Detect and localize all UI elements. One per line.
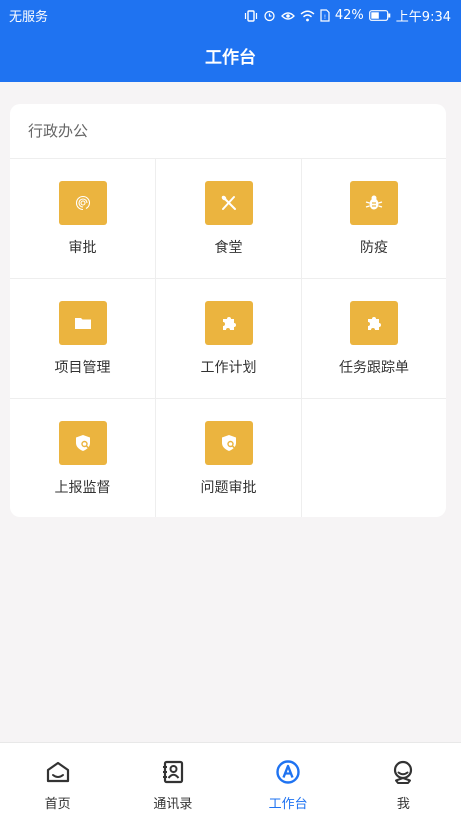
grid-item-task-tracking[interactable]: 任务跟踪单 [302, 279, 446, 399]
grid-item-approval[interactable]: 审批 [10, 159, 156, 279]
grid-item-label: 食堂 [214, 240, 243, 256]
tab-label: 通讯录 [153, 797, 193, 812]
page-title: 工作台 [205, 48, 256, 68]
grid-item-label: 工作计划 [200, 360, 257, 376]
shield-search-icon [204, 421, 253, 465]
svg-text:!: ! [324, 14, 326, 21]
tab-label: 工作台 [268, 797, 308, 812]
grid-item-label: 上报监督 [54, 480, 111, 496]
app-header: 无服务 ! 42% 上午9:34 工作台 [0, 0, 461, 82]
workbench-icon [276, 760, 300, 784]
contacts-icon [162, 760, 183, 784]
home-icon [46, 761, 69, 783]
section-title: 行政办公 [28, 122, 89, 140]
grid-empty-cell [302, 399, 446, 517]
grid-item-label: 任务跟踪单 [339, 360, 409, 376]
grid-item-label: 项目管理 [54, 360, 111, 376]
grid-item-report-supervision[interactable]: 上报监督 [10, 399, 156, 517]
folder-icon [58, 301, 107, 345]
wifi-icon [300, 10, 315, 21]
shield-search-icon [58, 421, 107, 465]
status-bar: 无服务 ! 42% 上午9:34 [0, 0, 461, 28]
grid-item-canteen[interactable]: 食堂 [156, 159, 302, 279]
status-right: ! 42% 上午9:34 [244, 6, 451, 25]
app-grid: 审批 食堂 防疫 项目管理 工作计划 任务跟踪单 上报监督 问题审批 [10, 158, 446, 517]
tab-workbench[interactable]: 工作台 [231, 743, 346, 824]
tab-contacts[interactable]: 通讯录 [115, 743, 230, 824]
grid-item-work-plan[interactable]: 工作计划 [156, 279, 302, 399]
fingerprint-icon [58, 181, 107, 225]
grid-item-label: 防疫 [360, 240, 388, 256]
bug-icon [350, 181, 398, 225]
bottom-tab-bar: 首页 通讯录 工作台 我 [0, 742, 461, 824]
eye-icon [280, 11, 295, 20]
grid-item-issue-approval[interactable]: 问题审批 [156, 399, 302, 517]
tab-label: 我 [396, 797, 410, 812]
alarm-icon [264, 10, 275, 22]
sim-icon: ! [320, 9, 330, 22]
utensils-icon [204, 181, 253, 225]
battery-text: 42% [334, 8, 364, 23]
puzzle-icon [350, 301, 398, 345]
profile-icon [394, 760, 413, 784]
battery-icon [368, 10, 391, 21]
tab-home[interactable]: 首页 [0, 743, 115, 824]
grid-item-project-management[interactable]: 项目管理 [10, 279, 156, 399]
grid-item-label: 问题审批 [200, 480, 257, 496]
admin-office-card: 行政办公 审批 食堂 防疫 项目管理 工作计划 任务跟踪单 上报监督 问题审批 [10, 104, 446, 517]
grid-item-label: 审批 [68, 240, 97, 256]
grid-item-epidemic[interactable]: 防疫 [302, 159, 446, 279]
clock-text: 上午9:34 [395, 10, 451, 25]
carrier-text: 无服务 [9, 10, 49, 25]
puzzle-icon [204, 301, 253, 345]
vibrate-icon [244, 9, 257, 22]
tab-label: 首页 [44, 797, 71, 812]
tab-me[interactable]: 我 [346, 743, 461, 824]
